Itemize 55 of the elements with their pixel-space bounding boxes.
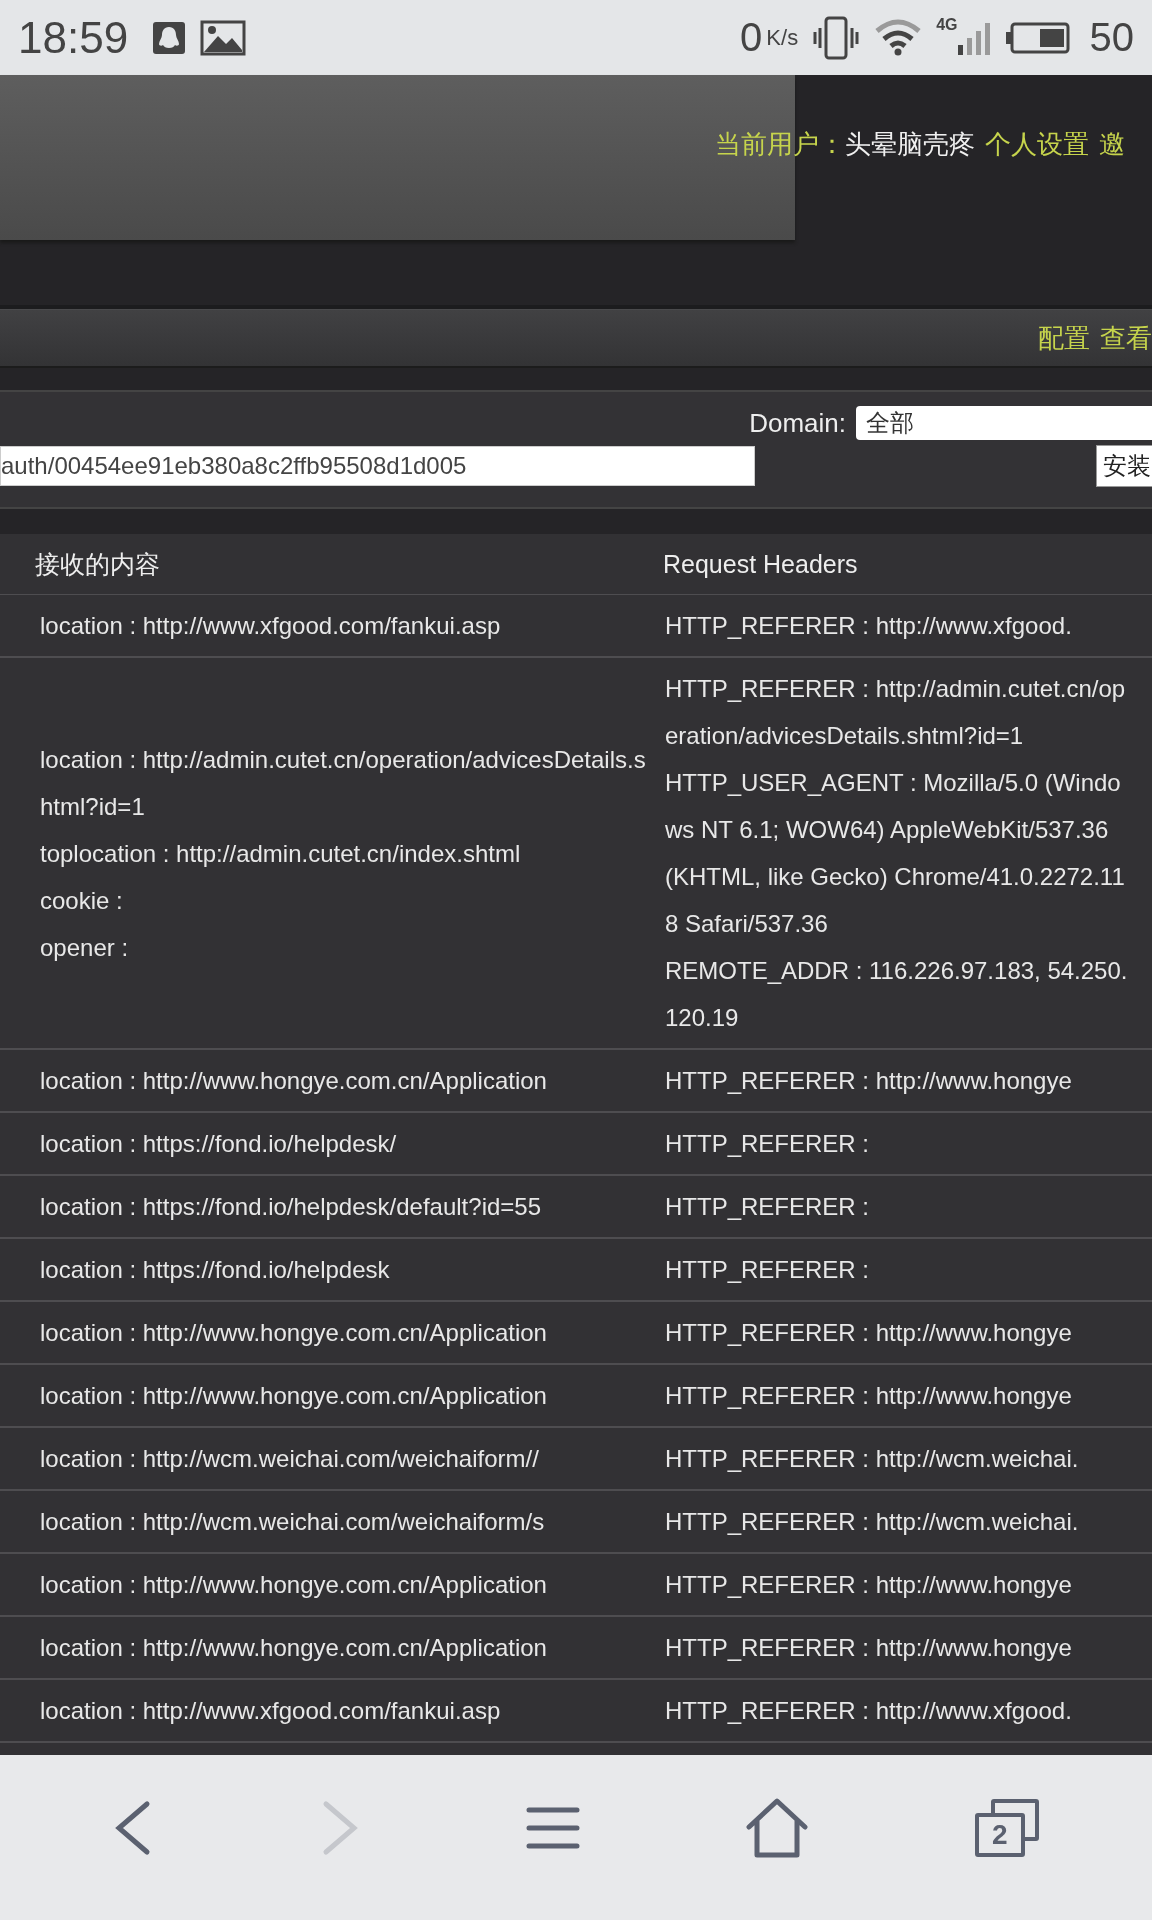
table-cell-text: location : https://fond.io/helpdesk bbox=[40, 1255, 391, 1285]
table-cell-text: HTTP_REFERER : bbox=[665, 1255, 871, 1285]
table-cell-text: HTTP_USER_AGENT : Mozilla/5.0 (Windows NT 6.1; WOW64) AppleWebKit/537.36 (KHTML, like Gecko) Chrome/41.0.2272.118 Safari/537.36 bbox=[665, 768, 1126, 939]
header-link[interactable]: 个人设置 bbox=[985, 127, 1089, 162]
battery-icon bbox=[1005, 20, 1070, 55]
speed-unit: K/s bbox=[766, 24, 799, 51]
table-cell-text: HTTP_REFERER : http://wcm.weichai. bbox=[665, 1507, 1080, 1537]
table-cell-text: location : https://fond.io/helpdesk/default?id=55 bbox=[40, 1192, 543, 1222]
table-cell-text: location : http://www.hongye.com.cn/Application bbox=[40, 1066, 548, 1096]
table-cell-text: HTTP_REFERER : http://www.hongye bbox=[665, 1570, 1073, 1600]
image-icon bbox=[200, 19, 247, 56]
user-label: 当前用户： bbox=[715, 128, 845, 161]
nav-link[interactable]: 配置 bbox=[1038, 320, 1090, 356]
url-field[interactable]: auth/00454ee91eb380a8c2ffb95508d1d005 bbox=[0, 446, 755, 486]
nav-link[interactable]: 查看 bbox=[1100, 320, 1152, 356]
table-cell-text: location : http://www.hongye.com.cn/Application bbox=[40, 1633, 548, 1663]
table-cell-text: location : http://www.hongye.com.cn/Application bbox=[40, 1381, 548, 1411]
install-button[interactable]: 安装 bbox=[1096, 445, 1152, 487]
table-cell-text: HTTP_REFERER : http://www.hongye bbox=[665, 1318, 1073, 1348]
speed-value: 0 bbox=[740, 15, 763, 60]
table-cell-text: HTTP_REFERER : http://wcm.weichai. bbox=[665, 1444, 1080, 1474]
domain-select[interactable]: 全部 bbox=[856, 406, 1152, 440]
home-icon[interactable] bbox=[746, 1797, 809, 1858]
column-header: 接收的内容 bbox=[34, 548, 161, 580]
penguin-icon bbox=[152, 20, 187, 55]
vibrate-icon bbox=[812, 15, 861, 60]
column-header: Request Headers bbox=[662, 549, 859, 579]
table-cell-text: location : https://fond.io/helpdesk/ bbox=[40, 1129, 398, 1159]
menu-icon[interactable] bbox=[525, 1805, 580, 1850]
table-cell-text: toplocation : http://admin.cutet.cn/index.shtml bbox=[40, 838, 522, 869]
table-cell-text: location : http://www.xfgood.com/fankui.asp bbox=[40, 611, 502, 641]
clock: 18:59 bbox=[18, 12, 129, 63]
wifi-icon bbox=[874, 18, 923, 57]
table-cell-text: location : http://wcm.weichai.com/weichaiform// bbox=[40, 1444, 540, 1474]
table-cell-text: location : http://www.hongye.com.cn/Application bbox=[40, 1318, 548, 1348]
table-cell-text: HTTP_REFERER : http://www.xfgood. bbox=[665, 611, 1073, 641]
table-cell-text: REMOTE_ADDR : 116.226.97.183, 54.250.120.19 bbox=[665, 956, 1129, 1033]
table-cell-text: HTTP_REFERER : http://admin.cutet.cn/operation/advicesDetails.shtml?id=1 bbox=[665, 674, 1127, 751]
table-cell-text: HTTP_REFERER : bbox=[665, 1192, 871, 1222]
signal-icon bbox=[957, 20, 992, 55]
table-cell-text: HTTP_REFERER : http://www.xfgood. bbox=[665, 1696, 1073, 1726]
table-cell-text: HTTP_REFERER : http://www.hongye bbox=[665, 1066, 1073, 1096]
table-cell-text: HTTP_REFERER : http://www.hongye bbox=[665, 1381, 1073, 1411]
table-cell-text: opener : bbox=[40, 932, 130, 963]
table-cell-text: location : http://www.hongye.com.cn/Application bbox=[40, 1570, 548, 1600]
domain-label: Domain: bbox=[749, 407, 846, 439]
table-cell-text: HTTP_REFERER : http://www.hongye bbox=[665, 1633, 1073, 1663]
table-cell-text: location : http://www.xfgood.com/fankui.asp bbox=[40, 1696, 502, 1726]
table-cell-text: location : http://wcm.weichai.com/weichaiform/s bbox=[40, 1507, 546, 1537]
table-cell-text: cookie : bbox=[40, 885, 124, 916]
table-cell-text: HTTP_REFERER : bbox=[665, 1129, 871, 1159]
username: 头晕脑壳疼 bbox=[845, 128, 975, 161]
battery-level: 50 bbox=[1089, 15, 1134, 60]
header-link[interactable]: 邀 bbox=[1099, 127, 1125, 162]
network-type: 4G bbox=[936, 16, 958, 34]
